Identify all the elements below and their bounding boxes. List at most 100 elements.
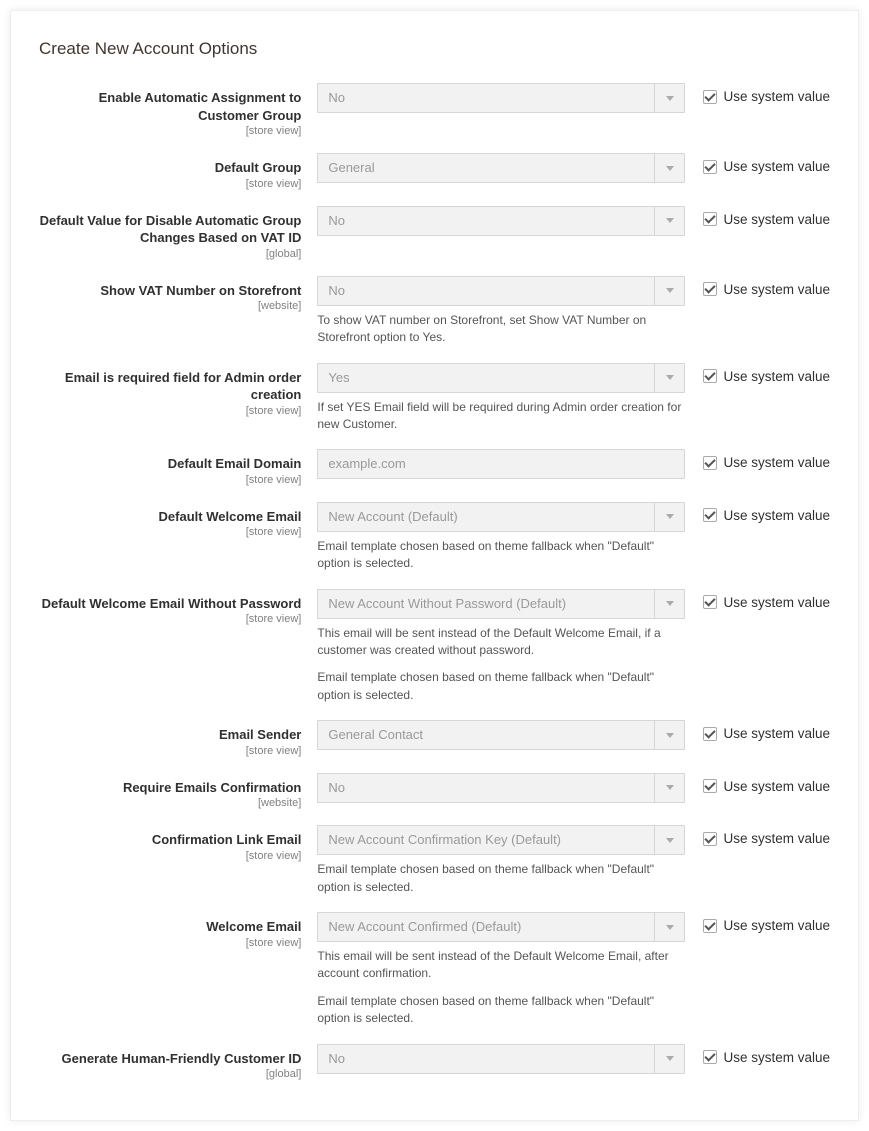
use-system-value-checkbox[interactable] xyxy=(703,160,717,174)
field-label-col: Default Value for Disable Automatic Grou… xyxy=(39,206,317,260)
disable_auto_group_vat-select[interactable]: No xyxy=(317,206,685,236)
use-system-value-checkbox[interactable] xyxy=(703,919,717,933)
field-label-col: Email is required field for Admin order … xyxy=(39,363,317,417)
field-control-col: example.com xyxy=(317,449,685,479)
field-label: Default Welcome Email Without Password xyxy=(42,596,302,611)
field-row: Default Email Domain[store view]example.… xyxy=(39,449,830,486)
field-row: Show VAT Number on Storefront[website]No… xyxy=(39,276,830,347)
use-system-value-label: Use system value xyxy=(723,1050,830,1065)
use-system-value-checkbox[interactable] xyxy=(703,369,717,383)
field-row: Generate Human-Friendly Customer ID[glob… xyxy=(39,1044,830,1081)
select-value: General Contact xyxy=(317,720,685,750)
field-label-col: Default Group[store view] xyxy=(39,153,317,190)
field-label-col: Default Email Domain[store view] xyxy=(39,449,317,486)
default_welcome_email_no_pw-select[interactable]: New Account Without Password (Default) xyxy=(317,589,685,619)
field-note: To show VAT number on Storefront, set Sh… xyxy=(317,312,685,347)
field-label-col: Welcome Email[store view] xyxy=(39,912,317,949)
field-row: Default Welcome Email[store view]New Acc… xyxy=(39,502,830,573)
use-system-value-checkbox[interactable] xyxy=(703,282,717,296)
use-system-value-label: Use system value xyxy=(723,159,830,174)
use-system-value-wrapper: Use system value xyxy=(685,449,830,470)
select-value: General xyxy=(317,153,685,183)
use-system-value-label: Use system value xyxy=(723,455,830,470)
use-system-value-checkbox[interactable] xyxy=(703,595,717,609)
use-system-value-label: Use system value xyxy=(723,89,830,104)
field-scope: [store view] xyxy=(39,613,301,625)
field-control-col: New Account Confirmation Key (Default) Em… xyxy=(317,825,685,896)
use-system-value-checkbox[interactable] xyxy=(703,508,717,522)
field-scope: [store view] xyxy=(39,474,301,486)
show_vat_storefront-select[interactable]: No xyxy=(317,276,685,306)
select-value: No xyxy=(317,206,685,236)
require_confirmation-select[interactable]: No xyxy=(317,773,685,803)
use-system-value-wrapper: Use system value xyxy=(685,589,830,610)
field-label-col: Default Welcome Email Without Password [s… xyxy=(39,589,317,626)
field-group-default_welcome_email: Default Welcome Email[store view]New Acc… xyxy=(39,502,830,573)
default_group-select[interactable]: General xyxy=(317,153,685,183)
use-system-value-wrapper: Use system value xyxy=(685,825,830,846)
use-system-value-checkbox[interactable] xyxy=(703,1050,717,1064)
select-value: New Account Without Password (Default) xyxy=(317,589,685,619)
field-group-email_sender: Email Sender[store view]General ContactU… xyxy=(39,720,830,757)
field-group-default_email_domain: Default Email Domain[store view]example.… xyxy=(39,449,830,486)
field-row: Default Welcome Email Without Password [s… xyxy=(39,589,830,705)
use-system-value-label: Use system value xyxy=(723,369,830,384)
field-control-col: No xyxy=(317,206,685,236)
field-note: This email will be sent instead of the D… xyxy=(317,948,685,983)
field-scope: [store view] xyxy=(39,405,301,417)
use-system-value-wrapper: Use system value xyxy=(685,502,830,523)
field-group-disable_auto_group_vat: Default Value for Disable Automatic Grou… xyxy=(39,206,830,260)
field-label: Default Welcome Email xyxy=(159,509,302,524)
field-control-col: General xyxy=(317,153,685,183)
field-label-col: Default Welcome Email[store view] xyxy=(39,502,317,539)
field-label: Email Sender xyxy=(219,727,301,742)
use-system-value-checkbox[interactable] xyxy=(703,779,717,793)
email_required_admin_order-select[interactable]: Yes xyxy=(317,363,685,393)
field-label-col: Enable Automatic Assignment to Customer … xyxy=(39,83,317,137)
field-label: Default Group xyxy=(215,160,302,175)
confirmation_link_email-select[interactable]: New Account Confirmation Key (Default) xyxy=(317,825,685,855)
use-system-value-wrapper: Use system value xyxy=(685,912,830,933)
field-scope: [global] xyxy=(39,1068,301,1080)
use-system-value-label: Use system value xyxy=(723,212,830,227)
use-system-value-wrapper: Use system value xyxy=(685,206,830,227)
default_welcome_email-select[interactable]: New Account (Default) xyxy=(317,502,685,532)
field-label: Email is required field for Admin order … xyxy=(65,370,301,403)
select-value: No xyxy=(317,83,685,113)
field-control-col: No xyxy=(317,1044,685,1074)
field-group-welcome_email: Welcome Email[store view]New Account Con… xyxy=(39,912,830,1028)
field-note: This email will be sent instead of the D… xyxy=(317,625,685,660)
field-row: Default Group[store view]General Use syst… xyxy=(39,153,830,190)
field-group-auto_assign_group: Enable Automatic Assignment to Customer … xyxy=(39,83,830,137)
field-group-generate_human_friendly_id: Generate Human-Friendly Customer ID[glob… xyxy=(39,1044,830,1081)
field-note: Email template chosen based on theme fal… xyxy=(317,993,685,1028)
field-label: Require Emails Confirmation xyxy=(123,780,301,795)
use-system-value-checkbox[interactable] xyxy=(703,212,717,226)
field-group-email_required_admin_order: Email is required field for Admin order … xyxy=(39,363,830,434)
select-value: No xyxy=(317,276,685,306)
use-system-value-label: Use system value xyxy=(723,831,830,846)
fields-container: Enable Automatic Assignment to Customer … xyxy=(39,83,830,1080)
generate_human_friendly_id-select[interactable]: No xyxy=(317,1044,685,1074)
field-note: Email template chosen based on theme fal… xyxy=(317,861,685,896)
field-label: Show VAT Number on Storefront xyxy=(100,283,301,298)
use-system-value-checkbox[interactable] xyxy=(703,456,717,470)
select-value: New Account Confirmed (Default) xyxy=(317,912,685,942)
email_sender-select[interactable]: General Contact xyxy=(317,720,685,750)
auto_assign_group-select[interactable]: No xyxy=(317,83,685,113)
use-system-value-checkbox[interactable] xyxy=(703,90,717,104)
use-system-value-checkbox[interactable] xyxy=(703,727,717,741)
use-system-value-label: Use system value xyxy=(723,508,830,523)
use-system-value-label: Use system value xyxy=(723,282,830,297)
field-row: Default Value for Disable Automatic Grou… xyxy=(39,206,830,260)
use-system-value-checkbox[interactable] xyxy=(703,832,717,846)
field-group-confirmation_link_email: Confirmation Link Email[store view]New A… xyxy=(39,825,830,896)
welcome_email-select[interactable]: New Account Confirmed (Default) xyxy=(317,912,685,942)
default_email_domain-input[interactable]: example.com xyxy=(317,449,685,479)
use-system-value-label: Use system value xyxy=(723,779,830,794)
field-label: Default Value for Disable Automatic Grou… xyxy=(40,213,302,246)
field-control-col: No xyxy=(317,83,685,113)
field-note: Email template chosen based on theme fal… xyxy=(317,538,685,573)
field-scope: [store view] xyxy=(39,937,301,949)
select-value: New Account Confirmation Key (Default) xyxy=(317,825,685,855)
